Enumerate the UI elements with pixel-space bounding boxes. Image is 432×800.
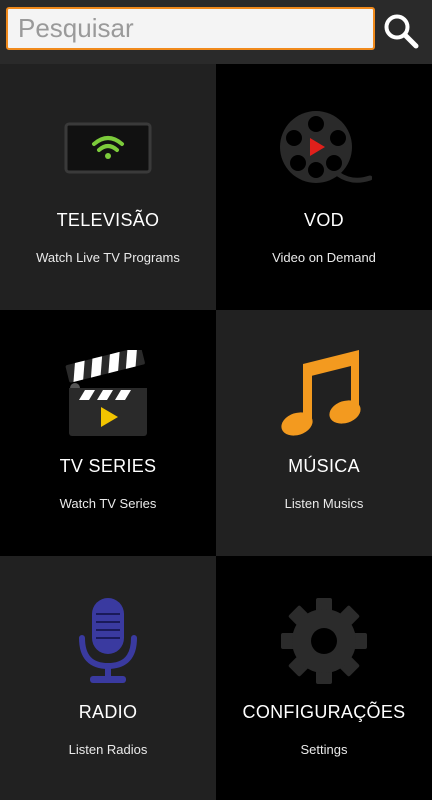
tv-icon-wrap xyxy=(0,122,216,176)
tv-wifi-icon xyxy=(64,122,152,174)
tile-subtitle: Watch TV Series xyxy=(59,496,157,511)
top-bar xyxy=(0,0,432,64)
music-icon-wrap xyxy=(216,350,432,438)
vod-icon-wrap xyxy=(216,110,432,186)
tile-subtitle: Settings xyxy=(300,742,348,757)
tile-subtitle: Watch Live TV Programs xyxy=(36,250,180,265)
settings-icon-wrap xyxy=(216,598,432,684)
tile-title: MÚSICA xyxy=(288,456,360,476)
music-note-icon xyxy=(281,350,361,436)
film-reel-icon xyxy=(280,111,372,183)
menu-tile-music[interactable]: MÚSICA Listen Musics xyxy=(216,310,432,556)
main-menu-grid: TELEVISÃO Watch Live TV Programs VOD Vid… xyxy=(0,64,432,800)
tile-subtitle: Video on Demand xyxy=(272,250,376,265)
tile-subtitle: Listen Musics xyxy=(284,496,364,511)
menu-tile-tv-series[interactable]: TV SERIES Watch TV Series xyxy=(0,310,216,556)
menu-tile-television[interactable]: TELEVISÃO Watch Live TV Programs xyxy=(0,64,216,310)
search-icon xyxy=(384,14,419,49)
tile-title: TELEVISÃO xyxy=(56,210,160,230)
tile-subtitle: Listen Radios xyxy=(68,742,148,757)
search-button[interactable] xyxy=(380,10,422,52)
menu-tile-radio[interactable]: RADIO Listen Radios xyxy=(0,556,216,800)
tile-title: CONFIGURAÇÕES xyxy=(242,702,406,722)
menu-tile-vod[interactable]: VOD Video on Demand xyxy=(216,64,432,310)
microphone-icon xyxy=(79,598,137,683)
gear-icon xyxy=(281,598,367,684)
menu-tile-settings[interactable]: CONFIGURAÇÕES Settings xyxy=(216,556,432,800)
tile-title: VOD xyxy=(304,210,344,230)
tile-title: TV SERIES xyxy=(59,456,157,476)
tile-title: RADIO xyxy=(78,702,138,722)
search-input[interactable] xyxy=(6,7,375,50)
radio-icon-wrap xyxy=(0,598,216,684)
series-icon-wrap xyxy=(0,350,216,440)
clapperboard-icon xyxy=(65,350,147,436)
